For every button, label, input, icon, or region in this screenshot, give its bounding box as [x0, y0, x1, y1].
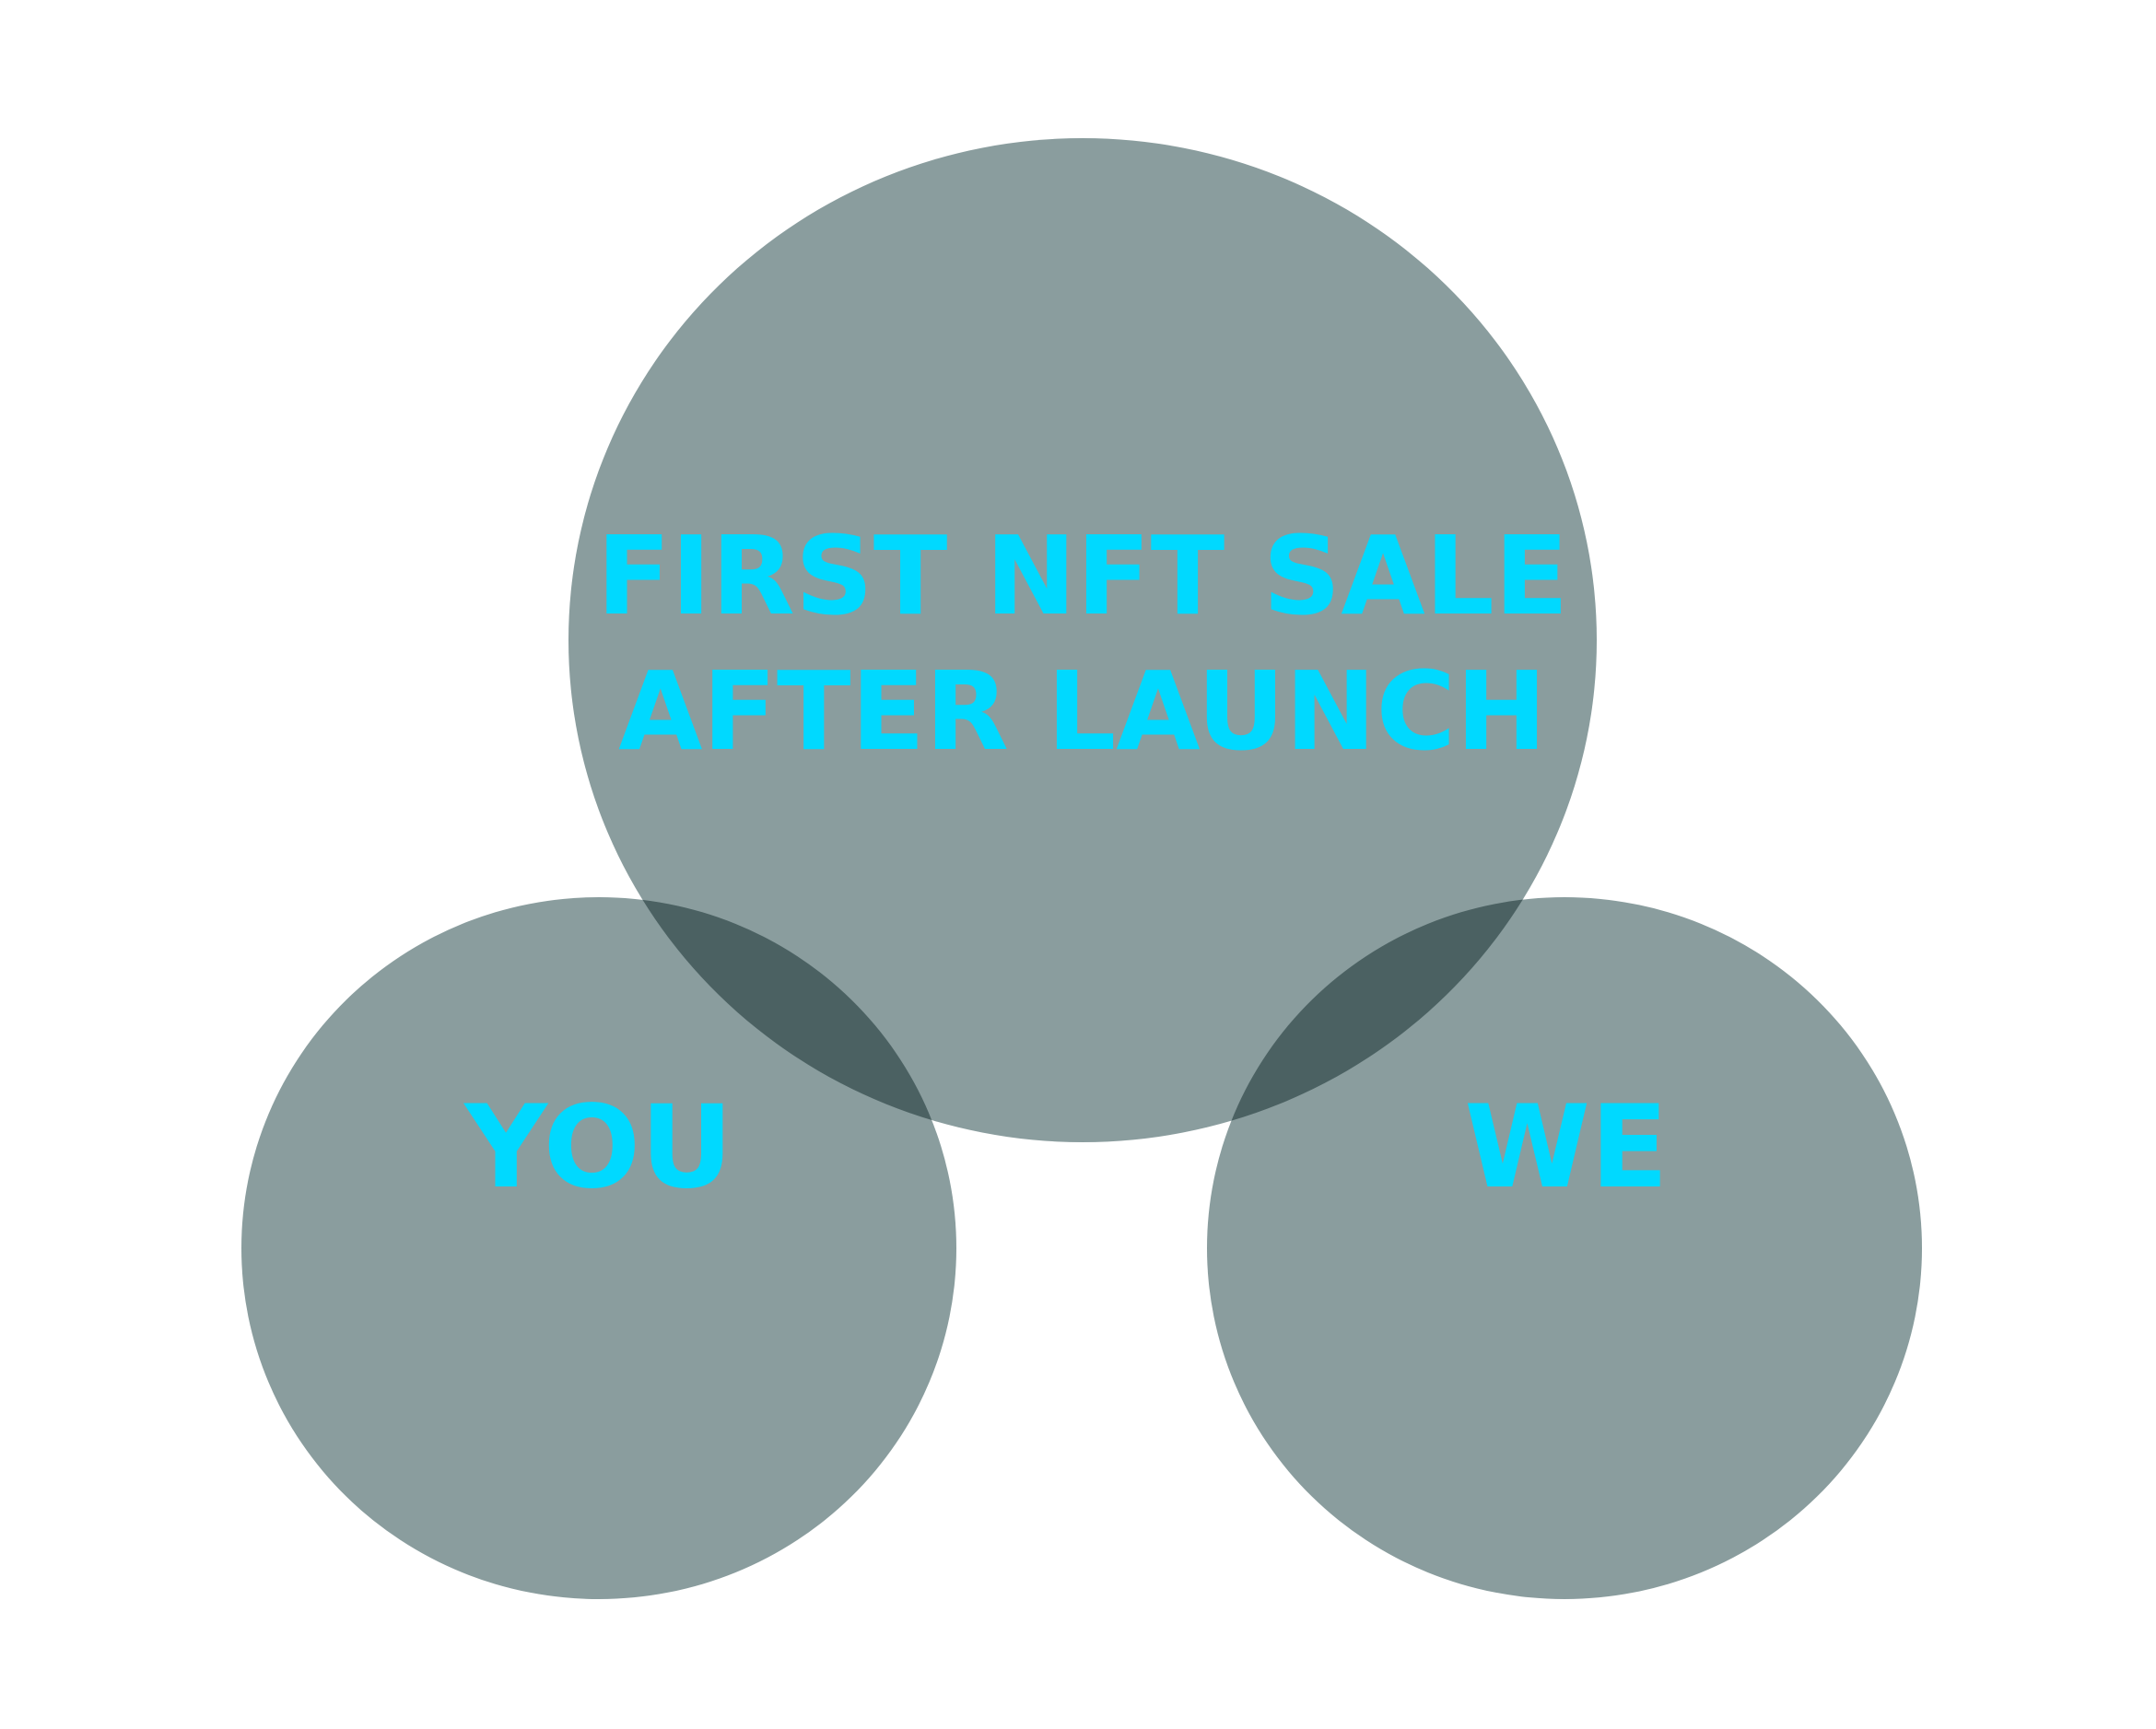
venn-diagram: FIRST NFT SALE AFTER LAUNCH YOU WE: [0, 0, 2156, 1729]
right-circle: [1207, 897, 1922, 1599]
left-circle-label: YOU: [463, 1081, 732, 1214]
left-circle: [241, 897, 956, 1599]
top-circle-label-line-2: AFTER LAUNCH: [618, 648, 1547, 775]
right-circle-label: WE: [1464, 1081, 1668, 1214]
top-circle-label-line-1: FIRST NFT SALE: [597, 512, 1569, 639]
